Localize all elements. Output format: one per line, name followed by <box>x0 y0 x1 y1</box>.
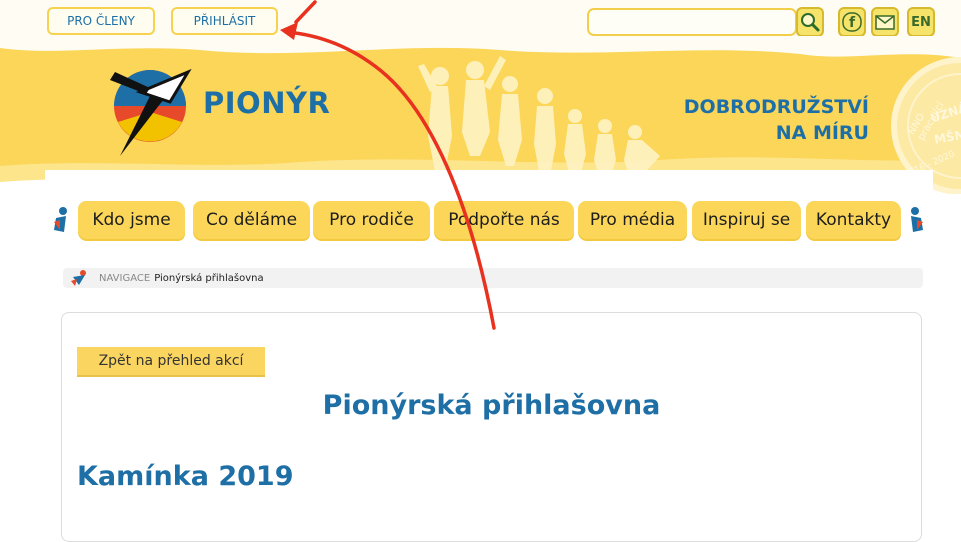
nav-item-inspiruj-se[interactable]: Inspiruj se <box>692 201 801 239</box>
breadcrumb-pin-icon <box>71 270 86 286</box>
back-to-events-button[interactable]: Zpět na přehled akcí <box>77 347 265 377</box>
breadcrumb-current[interactable]: Pionýrská přihlašovna <box>154 273 263 284</box>
envelope-icon <box>875 15 895 30</box>
nav-item-kontakty[interactable]: Kontakty <box>806 201 901 239</box>
newsletter-button[interactable] <box>871 7 899 37</box>
search-input[interactable] <box>587 8 797 36</box>
facebook-button[interactable]: f <box>838 7 866 37</box>
breadcrumb: NAVIGACE Pionýrská přihlašovna <box>63 268 923 288</box>
nav-left-ornament-icon <box>54 207 67 232</box>
pionyr-logo-mark <box>110 68 192 156</box>
members-button[interactable]: PRO ČLENY <box>47 7 155 35</box>
slogan-line-1: DOBRODRUŽSTVÍ <box>683 96 869 118</box>
svg-text:f: f <box>849 15 856 31</box>
nav-item-pro-media[interactable]: Pro média <box>578 201 687 239</box>
nav-item-co-delame[interactable]: Co děláme <box>193 201 310 239</box>
nav-item-podporte-nas[interactable]: Podpořte nás <box>434 201 574 239</box>
login-button[interactable]: PŘIHLÁSIT <box>171 7 278 35</box>
children-silhouettes <box>418 56 660 178</box>
facebook-icon: f <box>842 12 862 32</box>
slogan-line-2: NA MÍRU <box>775 122 869 144</box>
nav-item-pro-rodice[interactable]: Pro rodiče <box>313 201 430 239</box>
nav-item-kdo-jsme[interactable]: Kdo jsme <box>78 201 185 239</box>
page-title: Pionýrská přihlašovna <box>322 390 661 421</box>
breadcrumb-prefix: NAVIGACE <box>99 272 151 284</box>
brand-name: PIONÝR <box>203 86 331 120</box>
brand-slogan: DOBRODRUŽSTVÍ NA MÍRU <box>640 94 869 146</box>
nav-right-ornament-icon <box>911 207 923 232</box>
language-en-button[interactable]: EN <box>907 7 935 37</box>
search-icon <box>801 13 820 32</box>
event-title: Kamínka 2019 <box>77 461 294 492</box>
search-button[interactable] <box>796 7 824 37</box>
